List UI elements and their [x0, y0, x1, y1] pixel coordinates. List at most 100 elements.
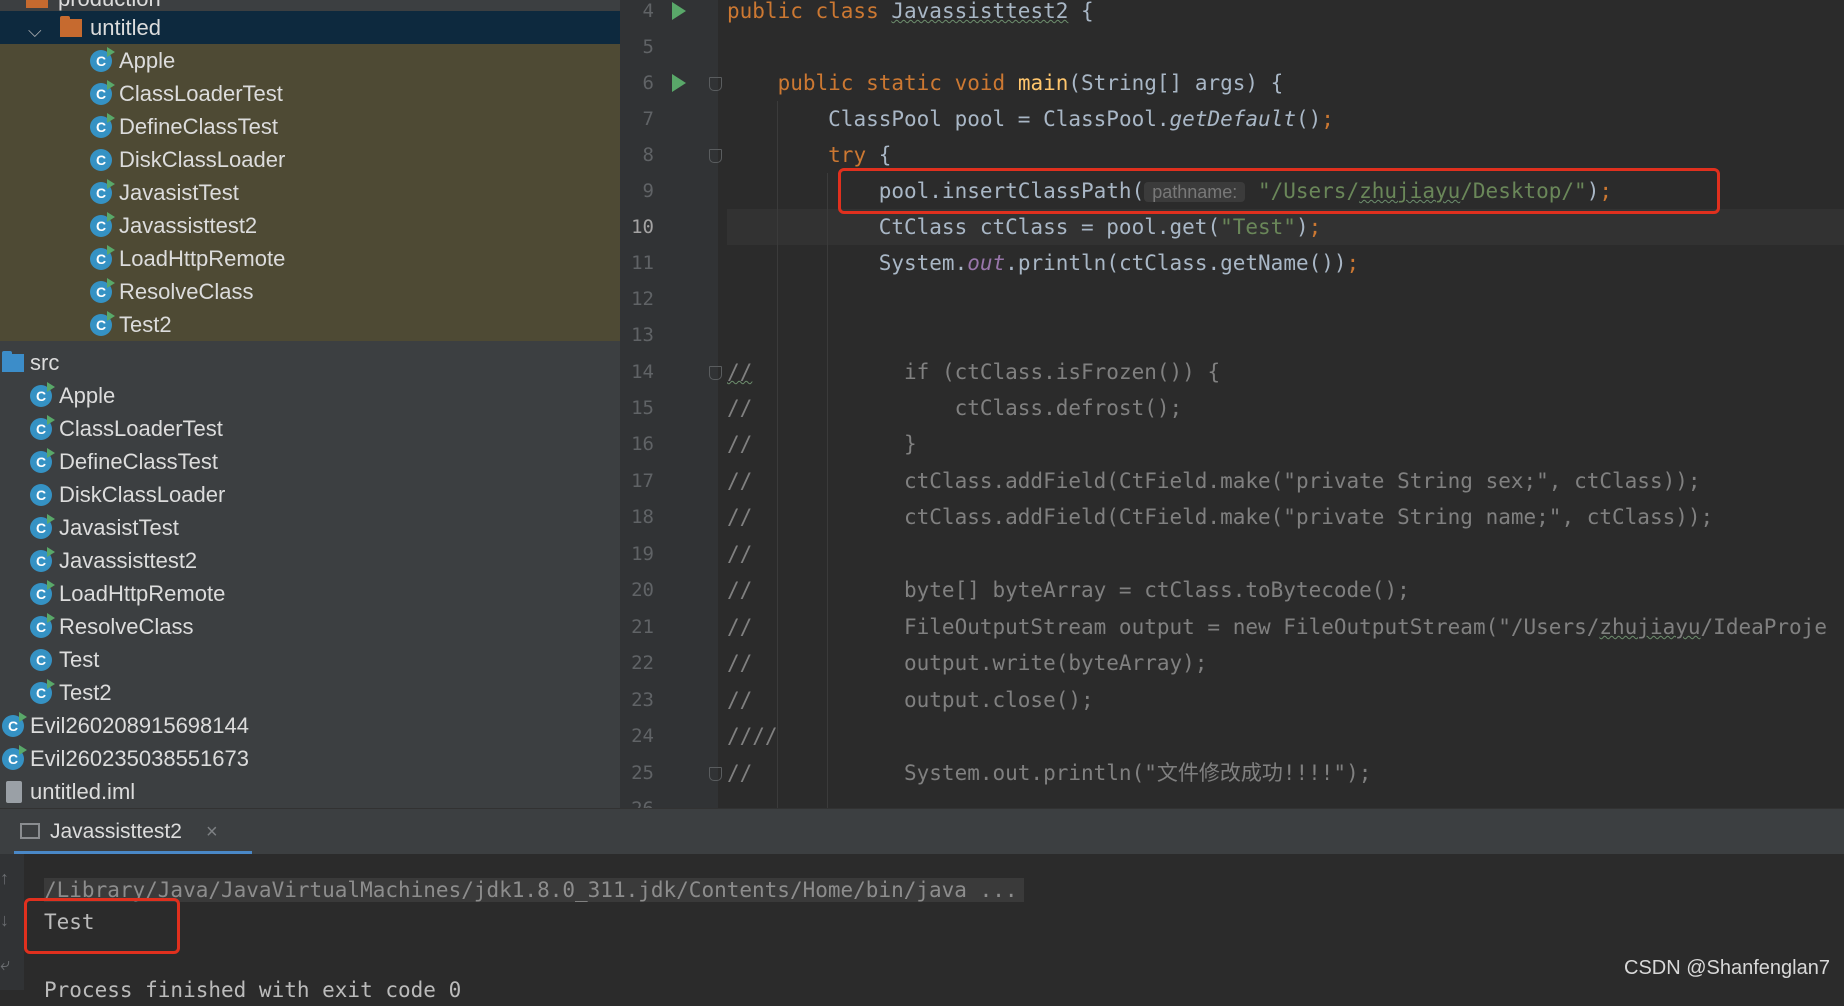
tree-item-label: Test: [59, 647, 100, 672]
tree-item-class[interactable]: C Evil260235038551673: [0, 742, 620, 775]
tree-item-label: untitled.iml: [30, 779, 136, 804]
tree-item-class[interactable]: C DiskClassLoader: [0, 478, 620, 511]
code-token: {: [866, 143, 892, 167]
tree-item-class[interactable]: C ResolveClass: [0, 275, 620, 308]
run-tab-label: Javassisttest2: [50, 820, 182, 843]
code-line[interactable]: // byte[] byteArray = ctClass.toBytecode…: [727, 572, 1844, 608]
line-number: 21: [631, 616, 654, 638]
comment: //: [727, 360, 753, 384]
code-line[interactable]: CtClass ctClass = pool.get("Test");: [727, 209, 1844, 245]
tree-item-label: DefineClassTest: [59, 449, 218, 474]
down-arrow-icon[interactable]: ↓: [0, 910, 9, 931]
class-icon: C: [90, 80, 115, 105]
up-arrow-icon[interactable]: ↑: [0, 868, 9, 889]
tree-item-untitled[interactable]: ⌵ untitled: [0, 11, 620, 44]
gutter-line: 25: [620, 755, 722, 791]
code-token: CtClass ctClass = pool.get(: [878, 215, 1221, 239]
code-line[interactable]: // output.close();: [727, 682, 1844, 718]
code-line[interactable]: //: [727, 536, 1844, 572]
fold-icon[interactable]: [709, 366, 722, 380]
keyword: try: [828, 143, 867, 167]
tree-item-src[interactable]: src: [0, 346, 620, 379]
class-icon: C: [90, 278, 115, 303]
code-line[interactable]: ////: [727, 718, 1844, 754]
tree-item-label: DiskClassLoader: [59, 482, 226, 507]
tree-item-class[interactable]: C DefineClassTest: [0, 110, 620, 143]
comment: /IdeaProje: [1700, 615, 1827, 639]
tree-item-class[interactable]: C JavasistTest: [0, 511, 620, 544]
run-arrow-icon[interactable]: [672, 74, 686, 92]
code-token: ): [1295, 215, 1309, 239]
run-arrow-icon[interactable]: [672, 2, 686, 20]
code-line[interactable]: // output.write(byteArray);: [727, 645, 1844, 681]
tree-item-class[interactable]: C ClassLoaderTest: [0, 77, 620, 110]
gutter-line: 22: [620, 645, 718, 681]
code-line[interactable]: // ctClass.defrost();: [727, 390, 1844, 426]
method-name: main: [1017, 71, 1069, 95]
fold-icon[interactable]: [709, 767, 722, 781]
class-icon: C: [90, 245, 115, 270]
semicolon: ;: [1346, 251, 1360, 275]
run-tab[interactable]: Javassisttest2 ×: [14, 809, 252, 855]
fold-icon[interactable]: [709, 149, 722, 163]
line-number: 7: [642, 108, 654, 130]
project-tree: production ⌵ untitled C Apple C ClassLoa…: [0, 0, 620, 808]
tree-item-class[interactable]: C Apple: [0, 379, 620, 412]
line-number: 11: [631, 252, 654, 274]
tree-item-label: Javassisttest2: [119, 213, 258, 238]
tree-item-class[interactable]: C JavasistTest: [0, 176, 620, 209]
tree-item-class[interactable]: C LoadHttpRemote: [0, 577, 620, 610]
line-number: 13: [631, 324, 654, 346]
code-line[interactable]: // System.out.println("文件修改成功!!!!");: [727, 755, 1844, 791]
gutter-line: 16: [620, 426, 718, 462]
class-icon: C: [90, 179, 115, 204]
tree-item-class[interactable]: C Javassisttest2: [0, 209, 620, 242]
gutter-line: 5: [620, 29, 718, 65]
soft-wrap-icon[interactable]: ⤶: [0, 954, 10, 975]
code-line[interactable]: public static void main(String[] args) {: [727, 65, 1844, 101]
code-line[interactable]: ClassPool pool = ClassPool.getDefault();: [727, 101, 1844, 137]
console-icon: [20, 823, 40, 839]
code-line[interactable]: // }: [727, 426, 1844, 462]
tree-item-label: JavasistTest: [59, 515, 179, 540]
code-editor[interactable]: 4 5 6 7 8 9 10 11 12 13 14 15 16 17 18 1…: [620, 0, 1844, 808]
gutter-line: 4: [620, 0, 718, 29]
tree-item-label: ResolveClass: [59, 614, 194, 639]
tree-item-class[interactable]: C Javassisttest2: [0, 544, 620, 577]
folder-icon: [60, 16, 82, 37]
tree-item-class[interactable]: C Test2: [0, 308, 620, 341]
tree-item-class[interactable]: C ResolveClass: [0, 610, 620, 643]
tree-item-label: DiskClassLoader: [119, 147, 286, 172]
keyword: public static void: [777, 71, 1006, 95]
gutter-line: 7: [620, 101, 718, 137]
run-console[interactable]: ↑ ↓ ⤶ /Library/Java/JavaVirtualMachines/…: [0, 854, 1844, 1002]
tree-item-class[interactable]: C Apple: [0, 44, 620, 77]
folder-icon: [26, 0, 48, 8]
tree-item-class[interactable]: C DefineClassTest: [0, 445, 620, 478]
fold-icon[interactable]: [709, 77, 722, 91]
tree-item-class[interactable]: C Test2: [0, 676, 620, 709]
run-tool-window-header: Javassisttest2 ×: [0, 808, 1844, 855]
code-line[interactable]: // FileOutputStream output = new FileOut…: [727, 609, 1844, 645]
code-line[interactable]: System.out.println(ctClass.getName());: [727, 245, 1844, 281]
line-number: 4: [642, 0, 654, 22]
tree-item-class[interactable]: C LoadHttpRemote: [0, 242, 620, 275]
tree-item-class[interactable]: C Test: [0, 643, 620, 676]
tree-item-class[interactable]: C Evil260208915698144: [0, 709, 620, 742]
line-number: 19: [631, 543, 654, 565]
code-line[interactable]: public class Javassisttest2 {: [727, 0, 1844, 29]
tree-item-label: JavasistTest: [119, 180, 239, 205]
tree-item-label: Apple: [59, 383, 116, 408]
tree-item-file[interactable]: untitled.iml: [0, 775, 620, 808]
gutter-line: 10: [620, 209, 718, 245]
comment: if (ctClass.isFrozen()) {: [752, 360, 1221, 384]
tree-item-class[interactable]: C ClassLoaderTest: [0, 412, 620, 445]
close-icon[interactable]: ×: [206, 809, 218, 855]
code-line[interactable]: // ctClass.addField(CtField.make("privat…: [727, 499, 1844, 535]
line-number: 5: [642, 36, 654, 58]
gutter-line: 11: [620, 245, 718, 281]
tree-item-class[interactable]: C DiskClassLoader: [0, 143, 620, 176]
code-line[interactable]: // ctClass.addField(CtField.make("privat…: [727, 463, 1844, 499]
code-line[interactable]: // if (ctClass.isFrozen()) {: [727, 354, 1844, 390]
line-number: 18: [631, 506, 654, 528]
